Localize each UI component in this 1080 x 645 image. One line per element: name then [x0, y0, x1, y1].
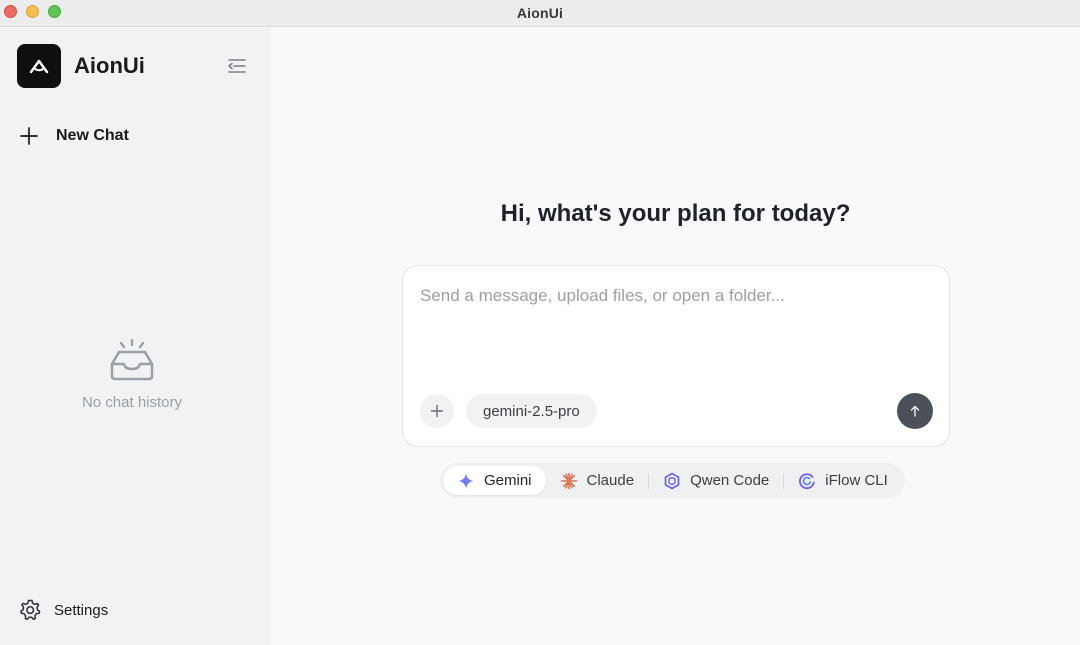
minimize-window-button[interactable]	[26, 5, 39, 18]
window-titlebar: AionUi	[0, 0, 1080, 27]
brand-name: AionUi	[74, 53, 145, 78]
agent-label: Claude	[586, 472, 635, 489]
empty-history-text: No chat history	[81, 394, 183, 411]
window-controls	[4, 5, 61, 18]
attach-button[interactable]	[420, 394, 454, 428]
agent-label: Gemini	[484, 472, 532, 489]
plus-icon	[20, 127, 38, 145]
send-button[interactable]	[897, 393, 933, 429]
arrow-up-icon	[910, 405, 920, 417]
app-logo	[17, 44, 61, 88]
close-window-button[interactable]	[4, 5, 17, 18]
settings-button[interactable]: Settings	[18, 598, 108, 622]
agent-tab-qwen-code[interactable]: Qwen Code	[649, 466, 783, 495]
message-input[interactable]	[420, 286, 930, 366]
agent-tab-gemini[interactable]: Gemini	[443, 466, 546, 495]
empty-inbox-icon	[110, 338, 154, 381]
claude-icon	[560, 472, 578, 490]
greeting-title: Hi, what's your plan for today?	[500, 200, 851, 227]
agent-selector: Gemini Claude Qwen Code iFlow CLI	[440, 463, 905, 498]
new-chat-button[interactable]: New Chat	[18, 124, 129, 148]
message-composer: gemini-2.5-pro	[402, 265, 950, 447]
logo-mark-icon	[29, 59, 49, 74]
plus-icon	[430, 404, 444, 418]
window-title: AionUi	[516, 5, 564, 21]
agent-tab-claude[interactable]: Claude	[546, 466, 649, 495]
settings-label: Settings	[54, 601, 109, 619]
qwen-icon	[663, 472, 681, 490]
agent-label: Qwen Code	[690, 472, 770, 489]
agent-label: iFlow CLI	[825, 472, 888, 489]
collapse-sidebar-icon	[228, 59, 246, 73]
brand: AionUi	[17, 44, 145, 88]
gemini-icon	[457, 472, 475, 490]
iflow-icon	[798, 472, 816, 490]
new-chat-label: New Chat	[56, 127, 129, 144]
agent-tab-iflow-cli[interactable]: iFlow CLI	[784, 466, 902, 495]
maximize-window-button[interactable]	[48, 5, 61, 18]
empty-history: No chat history	[0, 338, 264, 411]
collapse-sidebar-button[interactable]	[224, 54, 250, 78]
gear-icon	[20, 599, 41, 621]
main-panel: Hi, what's your plan for today? gemini-2…	[271, 28, 1080, 645]
model-selector[interactable]: gemini-2.5-pro	[466, 394, 597, 428]
sidebar: AionUi New Chat No chat history Settings	[0, 28, 271, 645]
